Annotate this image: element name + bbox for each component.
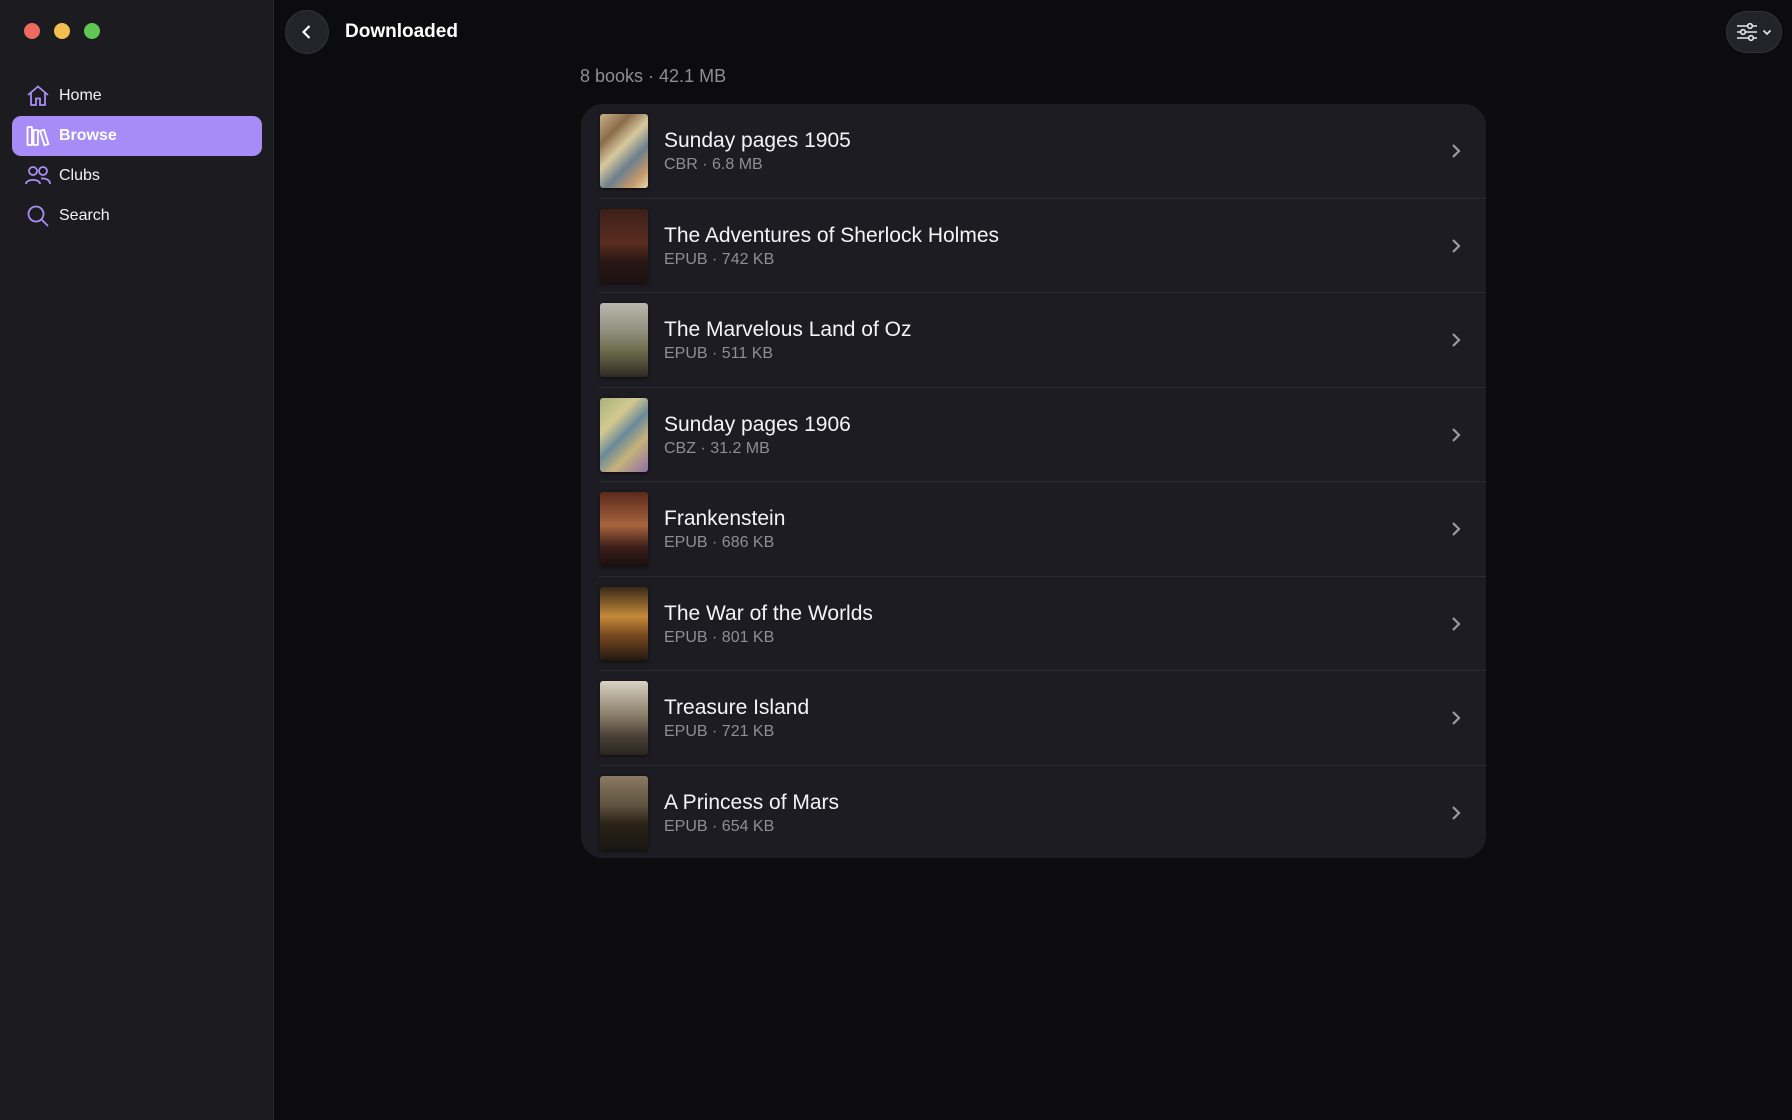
book-row[interactable]: The Adventures of Sherlock Holmes EPUB ·…	[581, 199, 1486, 294]
book-title: The War of the Worlds	[664, 601, 873, 625]
book-title: Treasure Island	[664, 696, 810, 720]
book-text: The Marvelous Land of Oz EPUB · 511 KB	[664, 317, 911, 363]
book-cover	[600, 114, 648, 189]
book-cover	[600, 681, 648, 756]
book-cover	[600, 492, 648, 567]
book-title: The Marvelous Land of Oz	[664, 318, 912, 342]
book-meta: EPUB · 686 KB	[664, 534, 775, 552]
book-row[interactable]: Sunday pages 1905 CBR · 6.8 MB	[581, 104, 1486, 199]
library-icon	[24, 122, 52, 150]
sidebar-nav: Home Browse Clubs Search	[12, 76, 262, 236]
book-text: The War of the Worlds EPUB · 801 KB	[664, 601, 873, 647]
window-controls	[24, 23, 100, 39]
book-title: Sunday pages 1905	[664, 129, 851, 153]
download-summary: 8 books · 42.1 MB	[580, 66, 727, 86]
app-window: Home Browse Clubs Search Downloaded 8 bo…	[0, 0, 1792, 1120]
chevron-left-icon	[298, 23, 316, 41]
book-row[interactable]: Frankenstein EPUB · 686 KB	[581, 482, 1486, 577]
book-row[interactable]: Sunday pages 1906 CBZ · 31.2 MB	[581, 388, 1486, 483]
chevron-right-icon	[1446, 330, 1466, 355]
book-title: Sunday pages 1906	[664, 412, 851, 436]
chevron-right-icon	[1446, 425, 1466, 450]
book-text: Treasure Island EPUB · 721 KB	[664, 695, 809, 741]
book-meta: EPUB · 511 KB	[664, 345, 774, 363]
sidebar-item-clubs[interactable]: Clubs	[12, 156, 262, 196]
book-text: A Princess of Mars EPUB · 654 KB	[664, 790, 839, 836]
book-meta: EPUB · 654 KB	[664, 817, 775, 835]
sidebar-item-search[interactable]: Search	[12, 196, 262, 236]
book-list: Sunday pages 1905 CBR · 6.8 MB The Adven…	[581, 104, 1486, 858]
minimize-window-button[interactable]	[54, 23, 70, 39]
sidebar-item-browse[interactable]: Browse	[12, 116, 262, 156]
book-row[interactable]: Treasure Island EPUB · 721 KB	[581, 671, 1486, 766]
chevron-right-icon	[1446, 614, 1466, 639]
book-meta: EPUB · 742 KB	[664, 250, 775, 268]
book-text: Sunday pages 1906 CBZ · 31.2 MB	[664, 412, 851, 458]
filter-menu-button[interactable]	[1726, 11, 1782, 53]
close-window-button[interactable]	[24, 23, 40, 39]
book-title: A Princess of Mars	[664, 790, 840, 814]
book-meta: EPUB · 721 KB	[664, 723, 775, 741]
house-icon	[24, 82, 52, 110]
book-row[interactable]: The War of the Worlds EPUB · 801 KB	[581, 577, 1486, 672]
chevron-right-icon	[1446, 141, 1466, 166]
book-cover	[600, 397, 648, 472]
sidebar-item-home[interactable]: Home	[12, 76, 262, 116]
zoom-window-button[interactable]	[84, 23, 100, 39]
book-title: The Adventures of Sherlock Holmes	[664, 223, 999, 247]
chevron-down-icon	[1761, 26, 1773, 38]
chevron-right-icon	[1446, 236, 1466, 261]
book-text: The Adventures of Sherlock Holmes EPUB ·…	[664, 223, 999, 269]
book-cover	[600, 775, 648, 850]
magnifier-icon	[24, 202, 52, 230]
chevron-right-icon	[1446, 708, 1466, 733]
book-meta: CBR · 6.8 MB	[664, 156, 763, 174]
book-text: Frankenstein EPUB · 686 KB	[664, 506, 785, 552]
back-button[interactable]	[285, 10, 329, 54]
sidebar-item-label: Browse	[59, 127, 117, 144]
chevron-right-icon	[1446, 803, 1466, 828]
people-icon	[24, 162, 52, 190]
book-row[interactable]: The Marvelous Land of Oz EPUB · 511 KB	[581, 293, 1486, 388]
book-cover	[600, 208, 648, 283]
page-title: Downloaded	[345, 21, 458, 42]
sidebar-item-label: Search	[59, 207, 110, 224]
sidebar-item-label: Home	[59, 87, 102, 104]
book-text: Sunday pages 1905 CBR · 6.8 MB	[664, 128, 851, 174]
sidebar: Home Browse Clubs Search	[0, 0, 274, 1120]
book-meta: CBZ · 31.2 MB	[664, 439, 770, 457]
chevron-right-icon	[1446, 519, 1466, 544]
book-title: Frankenstein	[664, 507, 786, 531]
book-cover	[600, 303, 648, 378]
book-cover	[600, 586, 648, 661]
book-row[interactable]: A Princess of Mars EPUB · 654 KB	[581, 766, 1486, 859]
book-meta: EPUB · 801 KB	[664, 628, 775, 646]
sidebar-item-label: Clubs	[59, 167, 100, 184]
sliders-icon	[1735, 21, 1759, 43]
